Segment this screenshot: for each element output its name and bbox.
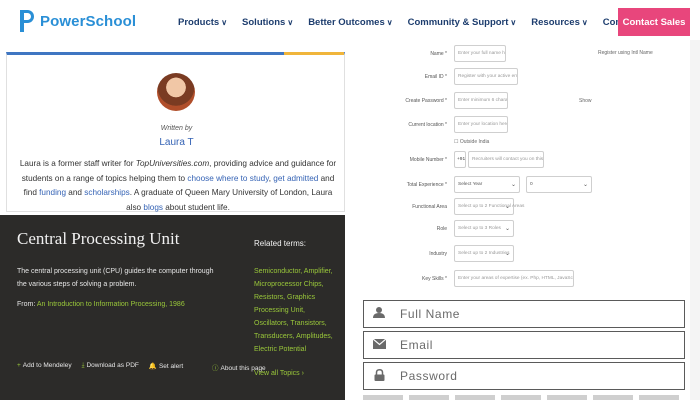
functional-area-row: Functional Area Select up to 2 Functiona… xyxy=(360,198,700,218)
chevron-down-icon: ⌄ xyxy=(504,226,510,232)
chevron-down-icon: ∨ xyxy=(287,18,294,27)
password-input-large[interactable]: Password xyxy=(363,362,685,390)
author-name-link[interactable]: Laura T xyxy=(7,137,346,148)
outside-india-checkbox[interactable]: ☐ Outside India xyxy=(454,139,489,145)
register-with-intl-name[interactable]: Register using Intl Name xyxy=(598,50,653,56)
related-terms-heading: Related terms: xyxy=(254,239,307,248)
experience-label: Total Experience * xyxy=(406,182,447,188)
scrollbar-track[interactable] xyxy=(690,40,700,400)
skills-input[interactable]: Enter your areas of expertise (ex. Php, … xyxy=(454,270,574,287)
add-to-mendeley-button[interactable]: + Add to Mendeley xyxy=(17,362,72,370)
set-alert-button[interactable]: 🔔 Set alert xyxy=(149,362,183,370)
location-label: Current location * xyxy=(408,122,447,128)
chevron-down-icon: ∨ xyxy=(510,18,517,27)
choose-where-to-study-link[interactable]: choose where to study xyxy=(187,174,268,183)
nav-products[interactable]: Products ∨ xyxy=(178,17,227,28)
nav-community-support[interactable]: Community & Support ∨ xyxy=(408,17,517,28)
location-input[interactable]: Enter your location here xyxy=(454,116,508,133)
funding-link[interactable]: funding xyxy=(39,188,66,197)
chevron-down-icon: ⌄ xyxy=(582,182,588,188)
role-row: Role Select up to 3 Roles ⌄ xyxy=(360,220,700,240)
bell-icon: 🔔 xyxy=(148,363,157,370)
name-label: Name * xyxy=(430,51,447,57)
source-link[interactable]: An Introduction to Information Processin… xyxy=(37,301,185,308)
skills-label: Key Skills * xyxy=(421,276,447,282)
email-placeholder: Email xyxy=(400,338,434,352)
author-bio: Laura is a former staff writer for TopUn… xyxy=(19,159,337,212)
get-admitted-link[interactable]: get admitted xyxy=(273,174,318,183)
industry-select[interactable]: Select up to 2 Industries ⌄ xyxy=(454,245,514,262)
role-select[interactable]: Select up to 3 Roles ⌄ xyxy=(454,220,514,237)
envelope-icon xyxy=(364,338,394,352)
nav-resources[interactable]: Resources ∨ xyxy=(531,17,587,28)
functional-area-label: Functional Area xyxy=(412,204,447,210)
nav-better-outcomes[interactable]: Better Outcomes ∨ xyxy=(308,17,392,28)
country-code[interactable]: +91 xyxy=(454,151,466,168)
mobile-label: Mobile Number * xyxy=(409,157,447,163)
chevron-down-icon: ∨ xyxy=(221,18,228,27)
author-avatar xyxy=(157,73,195,111)
topic-source: From: An Introduction to Information Pro… xyxy=(17,301,185,308)
main-nav: Products ∨ Solutions ∨ Better Outcomes ∨ Co… xyxy=(178,17,669,28)
user-icon xyxy=(364,307,394,321)
chevron-down-icon: ⌄ xyxy=(504,204,510,210)
email-input[interactable]: Register with your active email id xyxy=(454,68,518,85)
chevron-down-icon: ∨ xyxy=(581,18,588,27)
info-icon: ⓘ xyxy=(212,365,219,372)
experience-years-select[interactable]: Select Year ⌄ xyxy=(454,176,520,193)
skills-row: Key Skills * Enter your areas of experti… xyxy=(360,270,700,290)
topic-description: The central processing unit (CPU) guides… xyxy=(17,268,214,288)
role-label: Role xyxy=(436,226,447,232)
mobile-input[interactable]: Recruiters will contact you on this numb… xyxy=(468,151,544,168)
scholarships-link[interactable]: scholarships xyxy=(84,188,130,197)
plus-icon: + xyxy=(17,362,21,369)
experience-months-select[interactable]: 0 ⌄ xyxy=(526,176,592,193)
password-row: Create Password * Enter minimum 6 charac… xyxy=(360,92,700,112)
registration-form: Name * Enter your full name here Registe… xyxy=(360,40,700,295)
full-name-placeholder: Full Name xyxy=(400,307,461,321)
related-terms-list[interactable]: Semiconductor, Amplifier, Microprocessor… xyxy=(254,265,339,356)
experience-row: Total Experience * Select Year ⌄ 0 ⌄ xyxy=(360,176,700,196)
powerschool-logo-icon xyxy=(20,10,34,32)
blogs-link[interactable]: blogs xyxy=(143,203,163,212)
name-input[interactable]: Enter your full name here xyxy=(454,45,506,62)
lock-icon xyxy=(364,368,394,384)
topic-card: Central Processing Unit The central proc… xyxy=(0,215,345,400)
password-placeholder: Password xyxy=(400,369,458,383)
about-this-page-link[interactable]: ⓘ About this page xyxy=(212,362,266,372)
full-name-input[interactable]: Full Name xyxy=(363,300,685,328)
password-label: Create Password * xyxy=(405,98,447,104)
chevron-down-icon: ⌄ xyxy=(504,251,510,257)
brand-name: PowerSchool xyxy=(40,12,137,30)
written-by-label: Written by xyxy=(160,125,193,132)
industry-label: Industry xyxy=(429,251,447,257)
functional-area-select[interactable]: Select up to 2 Functional Areas ⌄ xyxy=(454,198,524,215)
industry-row: Industry Select up to 2 Industries ⌄ xyxy=(360,245,700,265)
email-input-large[interactable]: Email xyxy=(363,331,685,359)
card-accent-bar xyxy=(284,52,344,55)
chevron-down-icon: ∨ xyxy=(386,18,393,27)
mobile-row: Mobile Number * +91 Recruiters will cont… xyxy=(360,151,700,171)
page-root: PowerSchool Products ∨ Solutions ∨ Better … xyxy=(0,0,700,400)
download-pdf-button[interactable]: ⤓ Download as PDF xyxy=(82,362,139,370)
topic-actions: + Add to Mendeley ⤓ Download as PDF 🔔 Set a… xyxy=(17,362,193,370)
brand-logo[interactable]: PowerSchool xyxy=(20,10,136,32)
email-label: Email ID * xyxy=(424,74,447,80)
email-row: Email ID * Register with your active ema… xyxy=(360,68,700,88)
contact-sales-button[interactable]: Contact Sales xyxy=(618,8,690,36)
chevron-down-icon: ⌄ xyxy=(510,182,516,188)
next-field-edge xyxy=(363,395,685,400)
author-card: Written by Laura T Laura is a former sta… xyxy=(6,52,345,212)
topic-title: Central Processing Unit xyxy=(17,229,180,248)
download-icon: ⤓ xyxy=(81,362,85,369)
name-row: Name * Enter your full name here Registe… xyxy=(360,45,700,65)
password-input[interactable]: Enter minimum 6 characters xyxy=(454,92,508,109)
location-row: Current location * Enter your location h… xyxy=(360,116,700,136)
nav-solutions[interactable]: Solutions ∨ xyxy=(242,17,293,28)
show-password-toggle[interactable]: Show xyxy=(579,98,592,104)
